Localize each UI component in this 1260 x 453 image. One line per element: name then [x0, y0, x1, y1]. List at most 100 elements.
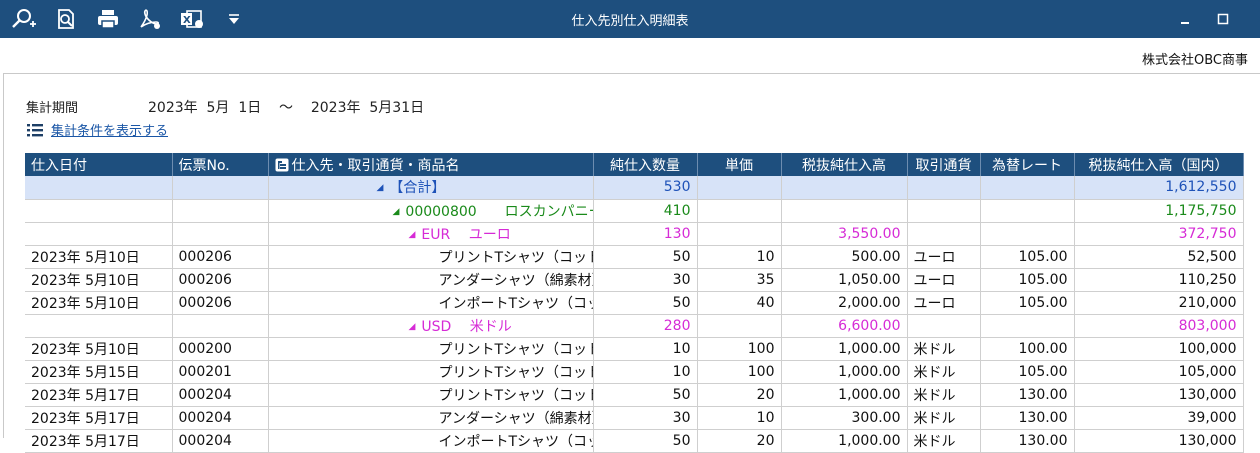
cell-slip-no: 000204 — [172, 406, 269, 430]
table-row[interactable]: 2023年 5月17日 000204 インポートTシャツ（コットン素材） 50 20 1,… — [25, 429, 1244, 453]
table-row[interactable]: 2023年 5月10日 000200 プリントTシャツ（コットン素材） 10 100 1,… — [25, 337, 1244, 361]
table-row[interactable]: 2023年 5月10日 000206 プリントTシャツ（コットン素材） 50 10 500… — [25, 245, 1244, 269]
column-header-date[interactable]: 仕入日付 — [25, 153, 173, 176]
minimize-button[interactable] — [1174, 8, 1196, 30]
table-row[interactable]: 2023年 5月10日 000206 インポートTシャツ（コットン素材） 50 40 2,… — [25, 291, 1244, 315]
cell-currency-text: 米ドル — [913, 341, 956, 358]
cell-domestic-amount: 1,612,550 — [1074, 176, 1244, 200]
cell-quantity: 50 — [593, 429, 698, 453]
cell-quantity-text: 410 — [663, 202, 691, 219]
cell-amount-text: 300.00 — [851, 409, 901, 426]
cell-quantity-text: 50 — [672, 294, 691, 311]
collapse-arrow-icon[interactable]: ◢ — [393, 207, 400, 217]
column-header-unit-price[interactable]: 単価 — [697, 153, 782, 176]
tree-toggle-icon[interactable] — [275, 158, 289, 172]
cell-unit-price: 100 — [697, 337, 782, 361]
column-header-amount[interactable]: 税抜純仕入高 — [781, 153, 908, 176]
cell-amount: 6,600.00 — [781, 314, 908, 338]
cell-date-text: 2023年 5月10日 — [31, 295, 140, 312]
cell-name: プリントTシャツ（コットン素材） — [268, 360, 594, 384]
table-row[interactable]: 2023年 5月17日 000204 アンダーシャツ（綿素材） 30 10 300.00 米… — [25, 406, 1244, 430]
column-header-exchange-rate[interactable]: 為替レート — [980, 153, 1075, 176]
cell-unit-price: 35 — [697, 268, 782, 292]
cell-name: プリントTシャツ（コットン素材） — [268, 383, 594, 407]
cell-slip-no-text: 000206 — [178, 271, 232, 288]
cell-name-text: 【合計】 — [389, 180, 446, 197]
column-header-name[interactable]: 仕入先・取引通貨・商品名 — [268, 153, 594, 176]
cell-domestic-amount: 130,000 — [1074, 383, 1244, 407]
cell-quantity: 280 — [593, 314, 698, 338]
vendor-row[interactable]: ◢ 00000800 ロスカンパニー 410 1,175,750 — [25, 199, 1244, 223]
column-header-slip-no[interactable]: 伝票No. — [172, 153, 269, 176]
cell-unit-price-text: 40 — [756, 294, 775, 311]
cell-amount-text: 1,000.00 — [838, 386, 901, 403]
cell-unit-price-text: 100 — [747, 340, 775, 357]
table-row[interactable]: 2023年 5月15日 000201 プリントTシャツ（コットン素材） 10 100 1,… — [25, 360, 1244, 384]
cell-date-text: 2023年 5月17日 — [31, 410, 140, 427]
list-icon — [27, 123, 43, 136]
cell-domestic-amount-text: 110,250 — [1178, 271, 1237, 288]
cell-name-text: アンダーシャツ（綿素材） — [438, 272, 593, 289]
collapse-arrow-icon[interactable]: ◢ — [409, 322, 416, 332]
column-header-quantity[interactable]: 純仕入数量 — [593, 153, 698, 176]
cur-row[interactable]: ◢ USD 米ドル 280 6,600.00 803,000 — [25, 314, 1244, 338]
cell-exchange-rate: 105.00 — [980, 268, 1075, 292]
cell-exchange-rate — [980, 314, 1075, 338]
cell-date: 2023年 5月17日 — [25, 429, 173, 453]
cell-name-text: インポートTシャツ（コットン素材） — [438, 295, 593, 312]
cell-quantity-text: 280 — [663, 317, 691, 334]
cell-currency-text: ユーロ — [913, 249, 956, 266]
cell-quantity-text: 10 — [672, 363, 691, 380]
cell-domestic-amount: 1,175,750 — [1074, 199, 1244, 223]
cell-quantity: 130 — [593, 222, 698, 246]
cell-name: ◢ 【合計】 — [268, 176, 594, 200]
cell-domestic-amount: 39,000 — [1074, 406, 1244, 430]
divider — [4, 73, 1260, 74]
cur-row[interactable]: ◢ EUR ユーロ 130 3,550.00 372,750 — [25, 222, 1244, 246]
cell-date-text: 2023年 5月15日 — [31, 364, 140, 381]
table-body: ◢ 【合計】 530 1,612,550 ◢ 00000800 ロスカンパニー 410 1,1… — [25, 176, 1244, 453]
cell-name: ◢ 00000800 ロスカンパニー — [268, 199, 594, 223]
cell-name-text: インポートTシャツ（コットン素材） — [438, 433, 593, 450]
cell-currency: ユーロ — [907, 245, 981, 269]
cell-unit-price — [697, 314, 782, 338]
cell-slip-no-text: 000206 — [178, 294, 232, 311]
total-row[interactable]: ◢ 【合計】 530 1,612,550 — [25, 176, 1244, 200]
column-header-currency[interactable]: 取引通貨 — [907, 153, 981, 176]
table-row[interactable]: 2023年 5月10日 000206 アンダーシャツ（綿素材） 30 35 1,050.0… — [25, 268, 1244, 292]
cell-slip-no — [172, 199, 269, 223]
cell-unit-price: 10 — [697, 406, 782, 430]
collapse-arrow-icon[interactable]: ◢ — [377, 183, 384, 193]
cell-exchange-rate: 105.00 — [980, 360, 1075, 384]
cell-exchange-rate-text: 105.00 — [1018, 271, 1068, 288]
cell-amount-text: 1,000.00 — [838, 432, 901, 449]
cell-amount-text: 500.00 — [851, 248, 901, 265]
cell-amount: 1,050.00 — [781, 268, 908, 292]
cell-quantity-text: 530 — [663, 179, 691, 196]
cell-quantity-text: 30 — [672, 271, 691, 288]
cell-currency: ユーロ — [907, 268, 981, 292]
cell-slip-no-text: 000201 — [178, 363, 232, 380]
cell-domestic-amount-text: 105,000 — [1178, 363, 1237, 380]
window-title: 仕入先別仕入明細表 — [571, 14, 689, 29]
cell-domestic-amount-text: 52,500 — [1187, 248, 1237, 265]
cell-quantity: 50 — [593, 245, 698, 269]
collapse-arrow-icon[interactable]: ◢ — [409, 230, 416, 240]
maximize-button[interactable] — [1212, 8, 1234, 30]
panel-edge — [3, 73, 4, 438]
cell-slip-no-text: 000204 — [178, 386, 232, 403]
cell-domestic-amount-text: 1,175,750 — [1165, 202, 1237, 219]
cell-unit-price-text: 10 — [756, 248, 775, 265]
cell-domestic-amount: 110,250 — [1074, 268, 1244, 292]
cell-currency — [907, 314, 981, 338]
cell-quantity: 30 — [593, 406, 698, 430]
cell-slip-no: 000206 — [172, 268, 269, 292]
cell-exchange-rate — [980, 222, 1075, 246]
cell-unit-price-text: 20 — [756, 386, 775, 403]
table-row[interactable]: 2023年 5月17日 000204 プリントTシャツ（コットン素材） 50 20 1,0… — [25, 383, 1244, 407]
cell-unit-price — [697, 199, 782, 223]
cell-quantity-text: 10 — [672, 340, 691, 357]
column-header-domestic-amount[interactable]: 税抜純仕入高（国内） — [1074, 153, 1244, 176]
show-conditions-link[interactable]: 集計条件を表示する — [27, 120, 168, 139]
cell-date-text: 2023年 5月10日 — [31, 272, 140, 289]
